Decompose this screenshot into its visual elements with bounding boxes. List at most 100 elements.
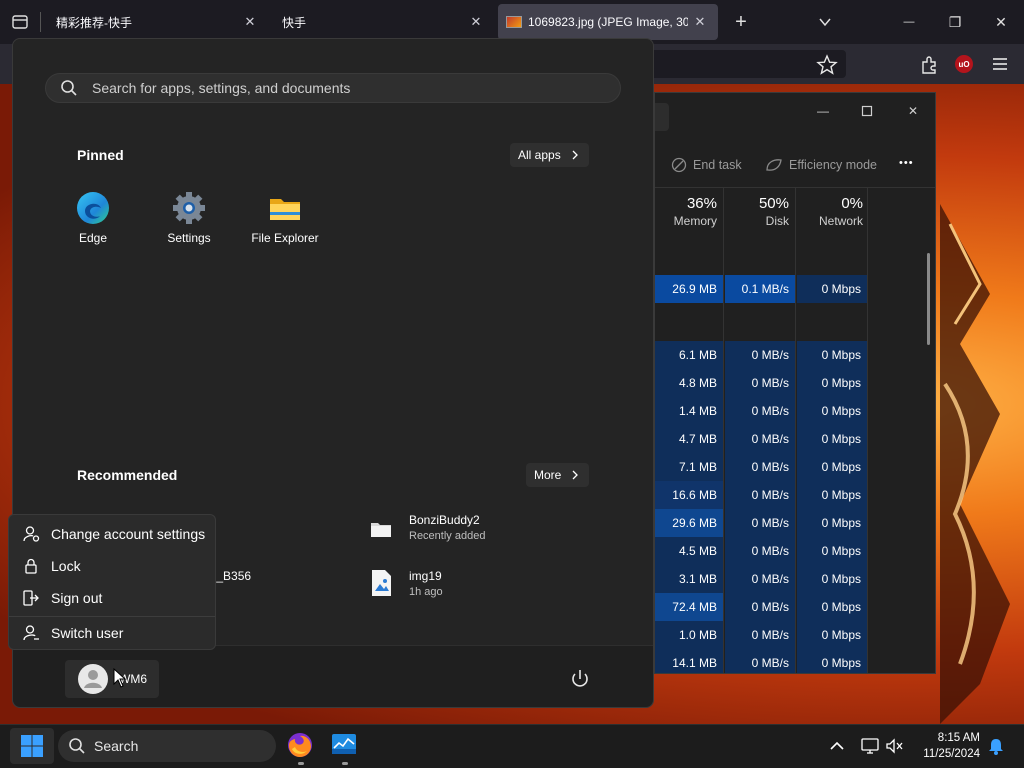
system-clock[interactable]: 8:15 AM 11/25/2024 (906, 730, 980, 762)
memory-column-header[interactable]: 36% Memory (655, 195, 717, 228)
restore-button[interactable]: ❐ (940, 8, 970, 36)
task-manager-taskbar-button[interactable] (330, 731, 360, 761)
tab-overview-icon[interactable] (10, 12, 30, 32)
efficiency-mode-button[interactable]: Efficiency mode (765, 157, 877, 173)
table-row[interactable]: 14.1 MB 0 MB/s 0 Mbps (655, 649, 867, 673)
close-window-button[interactable]: ✕ (986, 8, 1016, 36)
tm-search-box[interactable] (655, 103, 669, 131)
minimize-button[interactable]: — (894, 8, 924, 36)
tm-minimize-button[interactable]: — (811, 101, 835, 121)
recommended-subtitle: 1h ago (409, 586, 443, 598)
folder-icon (371, 523, 391, 537)
all-apps-button[interactable]: All apps (510, 143, 589, 167)
disk-cell: 0 MB/s (725, 537, 795, 565)
table-row[interactable]: 4.5 MB 0 MB/s 0 Mbps (655, 537, 867, 565)
table-row[interactable]: 3.1 MB 0 MB/s 0 Mbps (655, 565, 867, 593)
account-menu-label: Switch user (51, 625, 124, 641)
disk-column-header[interactable]: 50% Disk (725, 195, 789, 228)
taskbar-search-box[interactable]: Search (58, 730, 276, 762)
mouse-cursor-icon (113, 667, 127, 688)
bookmark-star-icon[interactable] (816, 54, 838, 76)
tm-scrollbar-thumb[interactable] (927, 253, 930, 345)
table-row[interactable]: 16.6 MB 0 MB/s 0 Mbps (655, 481, 867, 509)
pinned-heading: Pinned (77, 147, 124, 163)
ublock-origin-icon[interactable]: uO (955, 55, 973, 73)
list-all-tabs-button[interactable] (810, 8, 840, 36)
chevron-up-icon (830, 741, 844, 750)
tab-close-icon[interactable]: ✕ (692, 14, 708, 30)
tab-kuaishou[interactable]: 快手 ✕ (272, 4, 494, 40)
new-tab-button[interactable]: + (726, 8, 756, 36)
volume-muted-icon[interactable] (884, 736, 904, 756)
pinned-app-edge[interactable]: Edge (53, 191, 133, 245)
search-icon (69, 738, 85, 754)
more-button[interactable]: More (526, 463, 590, 487)
taskbar-search-label: Search (94, 738, 139, 754)
efficiency-mode-label: Efficiency mode (789, 158, 878, 172)
tm-maximize-button[interactable] (855, 101, 879, 121)
table-row[interactable]: 72.4 MB 0 MB/s 0 Mbps (655, 593, 867, 621)
power-button[interactable] (567, 666, 593, 692)
edge-icon (76, 191, 110, 225)
change-account-settings-item[interactable]: Change account settings (9, 519, 215, 549)
firefox-taskbar-button[interactable] (286, 731, 316, 761)
start-button[interactable] (10, 728, 54, 764)
pinned-app-file-explorer[interactable]: File Explorer (245, 191, 325, 245)
tab-jpeg-image[interactable]: 1069823.jpg (JPEG Image, 3000 ✕ (498, 4, 718, 40)
table-row[interactable]: 1.4 MB 0 MB/s 0 Mbps (655, 397, 867, 425)
tm-close-button[interactable]: ✕ (901, 101, 925, 121)
more-options-button[interactable]: ••• (899, 157, 914, 169)
tab-close-icon[interactable]: ✕ (242, 14, 258, 30)
notification-bell-icon[interactable] (986, 736, 1006, 756)
network-cell: 0 Mbps (797, 621, 867, 649)
table-row[interactable]: 7.1 MB 0 MB/s 0 Mbps (655, 453, 867, 481)
tab-kuaishou-recommend[interactable]: 精彩推荐-快手 ✕ (46, 4, 268, 40)
network-column-header[interactable]: 0% Network (795, 195, 863, 228)
account-settings-icon (21, 524, 41, 544)
tab-separator (40, 12, 41, 32)
app-label: File Explorer (251, 231, 319, 245)
image-file-icon (372, 570, 391, 596)
chevron-right-icon (572, 470, 579, 480)
network-cell: 0 Mbps (797, 509, 867, 537)
memory-cell: 3.1 MB (655, 565, 723, 593)
extensions-icon[interactable] (918, 54, 940, 76)
hamburger-menu-icon[interactable] (990, 56, 1010, 72)
taskbar: Search 8:15 AM 11/25/2024 (0, 724, 1024, 768)
start-search-box[interactable]: Search for apps, settings, and documents (45, 73, 621, 103)
recommended-item-img19[interactable]: img19 1h ago (369, 569, 443, 598)
running-indicator (342, 762, 348, 765)
sign-out-item[interactable]: Sign out (9, 583, 215, 613)
chevron-right-icon (572, 150, 578, 160)
network-cell: 0 Mbps (797, 481, 867, 509)
table-row[interactable]: 1.0 MB 0 MB/s 0 Mbps (655, 621, 867, 649)
table-row[interactable]: 6.1 MB 0 MB/s 0 Mbps (655, 341, 867, 369)
table-row[interactable]: 26.9 MB 0.1 MB/s 0 Mbps (655, 275, 867, 303)
tab-close-icon[interactable]: ✕ (468, 14, 484, 30)
end-task-icon (671, 157, 687, 173)
disk-cell: 0 MB/s (725, 397, 795, 425)
switch-user-item[interactable]: Switch user (9, 618, 215, 648)
recommended-item-bonzibuddy2[interactable]: BonziBuddy2 Recently added (369, 513, 485, 542)
network-status-icon[interactable] (860, 736, 880, 756)
show-hidden-icons-button[interactable] (828, 737, 846, 755)
network-cell: 0 Mbps (797, 397, 867, 425)
windows-logo-icon (21, 735, 43, 757)
memory-cell: 1.0 MB (655, 621, 723, 649)
account-menu-label: Change account settings (51, 526, 206, 542)
disk-cell: 0 MB/s (725, 453, 795, 481)
user-account-button[interactable]: WM6 (65, 660, 159, 698)
running-indicator (298, 762, 304, 765)
network-cell: 0 Mbps (797, 453, 867, 481)
lock-item[interactable]: Lock (9, 551, 215, 581)
disk-label: Disk (765, 214, 789, 228)
table-row[interactable]: 4.7 MB 0 MB/s 0 Mbps (655, 425, 867, 453)
end-task-button[interactable]: End task (671, 157, 742, 173)
account-menu-label: Sign out (51, 590, 103, 606)
memory-cell: 26.9 MB (655, 275, 723, 303)
more-label: More (534, 468, 562, 482)
table-row[interactable]: 29.6 MB 0 MB/s 0 Mbps (655, 509, 867, 537)
table-row[interactable]: 4.8 MB 0 MB/s 0 Mbps (655, 369, 867, 397)
account-menu-label: Lock (51, 558, 81, 574)
pinned-app-settings[interactable]: Settings (149, 191, 229, 245)
